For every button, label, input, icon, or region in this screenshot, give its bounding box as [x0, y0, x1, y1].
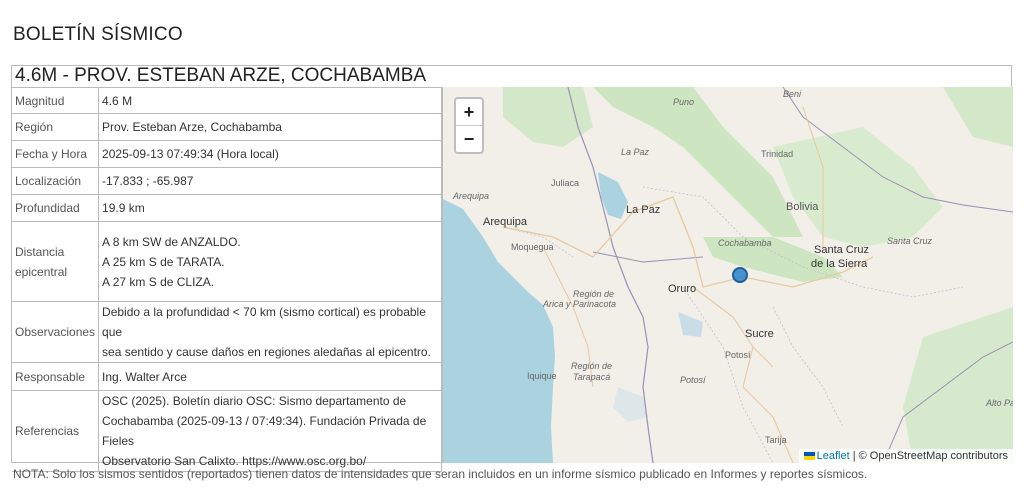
osm-attribution-text: | © OpenStreetMap contributors [852, 450, 1008, 462]
map-label-puno: Puno [673, 97, 694, 107]
map-label-santa-cruz-region: Santa Cruz [887, 236, 933, 246]
row-label: Responsable [12, 362, 100, 391]
responsible-value: Ing. Walter Arce [98, 362, 442, 391]
map-label-beni: Beni [783, 89, 802, 99]
map-label-sucre: Sucre [745, 328, 774, 340]
row-label: Localización [12, 167, 100, 195]
map-label-arica-1: Región de [573, 289, 614, 299]
map-label-la-paz-region: La Paz [621, 147, 650, 157]
map-label-arequipa: Arequipa [483, 216, 528, 228]
row-label: Fecha y Hora [12, 140, 100, 168]
location-value: -17.833 ; -65.987 [98, 167, 442, 195]
table-row: Localización -17.833 ; -65.987 [12, 167, 442, 195]
reference-line: Cochabamba (2025-09-13 / 07:49:34). Fund… [102, 414, 427, 448]
map-label-trinidad: Trinidad [761, 149, 793, 159]
map-label-moquegua: Moquegua [511, 242, 554, 252]
table-row: Referencias OSC (2025). Boletín diario O… [12, 390, 442, 472]
distance-line: A 27 km S de CLIZA. [102, 274, 215, 289]
row-label: Profundidad [12, 194, 100, 222]
map-label-potosi-city: Potosí [725, 350, 751, 360]
map-label-potosi-region: Potosí [680, 375, 707, 385]
map-label-arica-2: Arica y Parinacota [542, 299, 616, 309]
leaflet-link[interactable]: Leaflet [817, 450, 850, 462]
observations-value: Debido a la profundidad < 70 km (sismo c… [98, 301, 442, 363]
table-row: Responsable Ing. Walter Arce [12, 362, 442, 391]
row-label-line: epicentral [15, 264, 68, 279]
page-title: BOLETÍN SÍSMICO [13, 24, 183, 45]
map-attribution: Leaflet | © OpenStreetMap contributors [798, 449, 1013, 463]
distance-value: A 8 km SW de ANZALDO. A 25 km S de TARAT… [98, 221, 442, 302]
references-value: OSC (2025). Boletín diario OSC: Sismo de… [98, 390, 442, 472]
reference-line: OSC (2025). Boletín diario OSC: Sismo de… [102, 394, 407, 408]
map-label-juliaca: Juliaca [551, 178, 579, 188]
ukraine-flag-icon [803, 452, 815, 460]
event-title: 4.6M - PROV. ESTEBAN ARZE, COCHABAMBA [15, 65, 427, 86]
row-label: Distancia epicentral [12, 221, 100, 302]
row-label-line: Distancia [15, 244, 65, 259]
row-label: Observaciones [12, 301, 100, 363]
observations-line: sea sentido y cause daños en regiones al… [102, 345, 431, 359]
map-label-tarija: Tarija [765, 435, 787, 445]
map-tiles[interactable]: Puno Beni Trinidad La Paz Juliaca Arequi… [443, 87, 1013, 463]
table-row: Fecha y Hora 2025-09-13 07:49:34 (Hora l… [12, 140, 442, 168]
map-label-arequipa-region: Arequipa [452, 191, 489, 201]
epicenter-marker[interactable] [732, 267, 748, 283]
observations-line: Debido a la profundidad < 70 km (sismo c… [102, 305, 426, 339]
map-label-iquique: Iquique [527, 371, 557, 381]
zoom-control: + − [454, 97, 484, 154]
region-value: Prov. Esteban Arze, Cochabamba [98, 113, 442, 141]
zoom-out-button[interactable]: − [456, 125, 482, 152]
epicenter-map[interactable]: Puno Beni Trinidad La Paz Juliaca Arequi… [442, 87, 1013, 463]
bulletin-card: 4.6M - PROV. ESTEBAN ARZE, COCHABAMBA Ma… [11, 65, 1013, 472]
map-label-bolivia: Bolivia [786, 201, 819, 213]
map-label-alto-pa: Alto Pa [985, 398, 1013, 408]
map-label-santa-cruz-1: Santa Cruz [814, 244, 869, 256]
map-label-tarapaca-1: Región de [571, 361, 612, 371]
zoom-in-button[interactable]: + [456, 99, 482, 125]
footnote: NOTA: Solo los sismos sentidos (reportad… [13, 467, 868, 481]
map-label-oruro: Oruro [668, 283, 696, 295]
map-label-la-paz: La Paz [626, 204, 660, 216]
distance-line: A 8 km SW de ANZALDO. [102, 234, 241, 249]
map-label-cochabamba: Cochabamba [718, 238, 772, 248]
table-row: Región Prov. Esteban Arze, Cochabamba [12, 113, 442, 141]
map-label-tarapaca-2: Tarapacá [573, 372, 610, 382]
magnitude-value: 4.6 M [98, 87, 442, 114]
info-table: Magnitud 4.6 M Región Prov. Esteban Arze… [12, 87, 442, 472]
datetime-value: 2025-09-13 07:49:34 (Hora local) [98, 140, 442, 168]
depth-value: 19.9 km [98, 194, 442, 222]
map-label-santa-cruz-2: de la Sierra [811, 258, 868, 270]
row-label: Referencias [12, 390, 100, 472]
table-row: Observaciones Debido a la profundidad < … [12, 301, 442, 363]
table-row: Profundidad 19.9 km [12, 194, 442, 222]
table-row: Distancia epicentral A 8 km SW de ANZALD… [12, 221, 442, 302]
row-label: Magnitud [12, 87, 100, 114]
table-row: Magnitud 4.6 M [12, 87, 442, 114]
row-label: Región [12, 113, 100, 141]
distance-line: A 25 km S de TARATA. [102, 254, 225, 269]
